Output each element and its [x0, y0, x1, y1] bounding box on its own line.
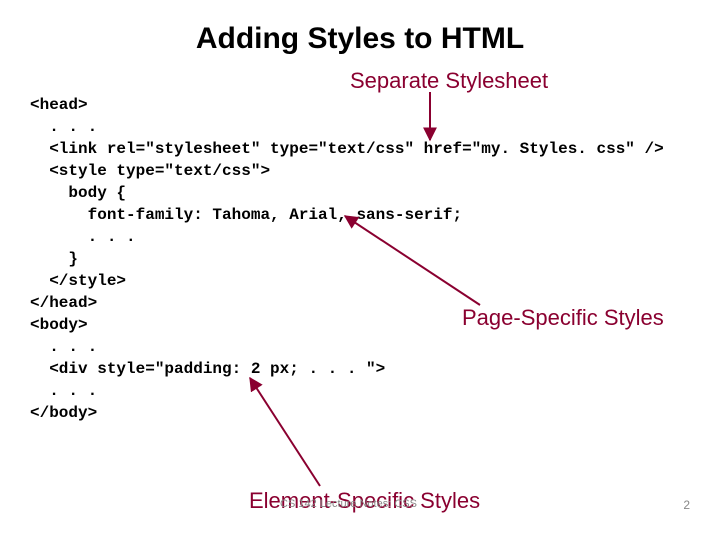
code-line: </head> — [30, 294, 97, 312]
code-line: <style type="text/css"> — [30, 162, 270, 180]
code-line: <body> — [30, 316, 88, 334]
code-line: . . . — [30, 228, 136, 246]
code-line: . . . — [30, 338, 97, 356]
code-line: . . . — [30, 382, 97, 400]
code-line: . . . — [30, 118, 97, 136]
code-line: font-family: Tahoma, Arial, sans-serif; — [30, 206, 462, 224]
code-line: <head> — [30, 96, 88, 114]
page-number: 2 — [683, 498, 690, 512]
label-separate-stylesheet: Separate Stylesheet — [350, 68, 548, 94]
code-block: <head> . . . <link rel="stylesheet" type… — [30, 94, 664, 424]
code-line: body { — [30, 184, 126, 202]
slide: Adding Styles to HTML Separate Styleshee… — [0, 0, 720, 540]
code-line: <link rel="stylesheet" type="text/css" h… — [30, 140, 664, 158]
page-title: Adding Styles to HTML — [30, 22, 690, 56]
code-line: <div style="padding: 2 px; . . . "> — [30, 360, 385, 378]
code-line: </style> — [30, 272, 126, 290]
code-line: </body> — [30, 404, 97, 422]
footer-note: CS 142 Lecture Notes: CSS — [280, 498, 417, 510]
code-line: } — [30, 250, 78, 268]
